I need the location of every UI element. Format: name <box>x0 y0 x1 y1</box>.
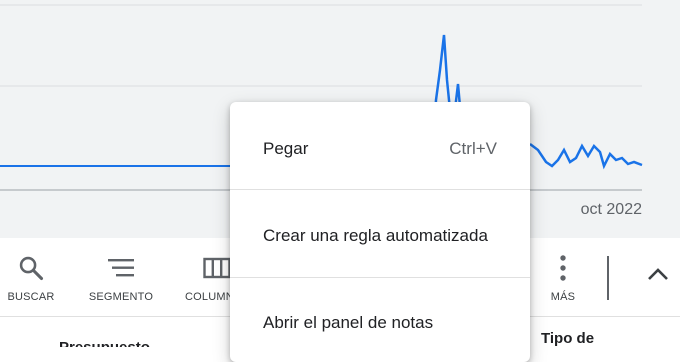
menu-item-create-rule-label: Crear una regla automatizada <box>263 226 488 245</box>
chevron-up-icon <box>647 267 669 286</box>
search-icon <box>0 254 76 282</box>
more-button[interactable]: MÁS <box>518 238 608 316</box>
search-button[interactable]: BUSCAR <box>0 238 76 316</box>
menu-item-paste[interactable]: Pegar Ctrl+V <box>230 104 530 190</box>
context-menu: Pegar Ctrl+V Crear una regla automatizad… <box>230 102 530 362</box>
series-line-tail <box>529 143 643 170</box>
collapse-button[interactable] <box>640 258 676 294</box>
menu-item-create-rule[interactable]: Crear una regla automatizada <box>230 191 530 277</box>
search-button-label: BUSCAR <box>7 291 55 303</box>
segment-button[interactable]: SEGMENTO <box>76 238 166 316</box>
segment-icon <box>76 254 166 282</box>
more-button-label: MÁS <box>550 291 576 303</box>
column-header-budget[interactable]: Presupuesto <box>59 339 150 347</box>
menu-item-notes-panel-label: Abrir el panel de notas <box>263 313 434 332</box>
more-vert-icon <box>518 254 608 282</box>
toolbar-divider <box>607 256 609 300</box>
menu-item-paste-shortcut: Ctrl+V <box>449 139 497 158</box>
menu-item-notes-panel[interactable]: Abrir el panel de notas <box>230 278 530 362</box>
menu-item-paste-label: Pegar <box>263 139 309 158</box>
menu-divider <box>230 189 530 190</box>
column-header-type[interactable]: Tipo de <box>541 330 594 347</box>
segment-button-label: SEGMENTO <box>88 291 154 303</box>
x-axis-tick-label: oct 2022 <box>580 201 642 218</box>
